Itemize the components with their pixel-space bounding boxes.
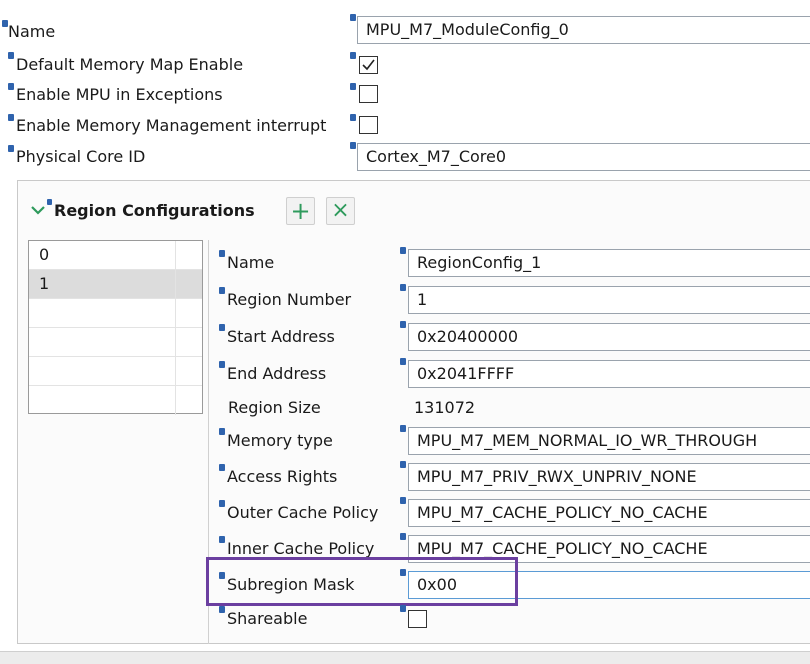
shareable-label: Shareable	[227, 609, 308, 628]
list-item-empty	[29, 299, 202, 328]
list-item-label: 1	[39, 274, 50, 293]
checkmark-icon	[362, 59, 375, 71]
memory-type-select[interactable]: MPU_M7_MEM_NORMAL_IO_WR_THROUGH	[408, 427, 810, 455]
info-icon	[219, 536, 225, 543]
outer-cache-policy-select[interactable]: MPU_M7_CACHE_POLICY_NO_CACHE	[408, 499, 810, 527]
name-label: Name	[8, 22, 56, 41]
list-item-empty	[29, 357, 202, 386]
memory-type-label: Memory type	[227, 431, 333, 450]
info-icon	[400, 425, 406, 432]
start-address-field[interactable]: 0x20400000	[408, 323, 810, 351]
info-icon	[400, 605, 406, 612]
info-icon	[350, 52, 356, 59]
plus-icon: +	[290, 197, 311, 225]
region-size-label: Region Size	[228, 398, 321, 417]
info-icon	[400, 461, 406, 468]
info-icon	[219, 287, 225, 294]
info-icon	[400, 533, 406, 540]
physical-core-id-field[interactable]: Cortex_M7_Core0	[357, 143, 810, 171]
info-icon	[219, 361, 225, 368]
info-icon	[400, 247, 406, 254]
info-icon	[400, 321, 406, 328]
remove-region-button[interactable]: ×	[326, 197, 355, 225]
mem-mgmt-interrupt-label: Enable Memory Management interrupt	[16, 116, 327, 135]
info-icon	[219, 250, 225, 257]
info-icon	[47, 199, 52, 205]
info-icon	[350, 14, 356, 21]
region-number-label: Region Number	[227, 290, 352, 309]
info-icon	[219, 500, 225, 507]
info-icon	[219, 606, 225, 613]
info-icon	[350, 83, 356, 90]
physical-core-id-label: Physical Core ID	[16, 147, 146, 166]
end-address-field[interactable]: 0x2041FFFF	[408, 360, 810, 388]
info-icon	[8, 114, 14, 121]
access-rights-select[interactable]: MPU_M7_PRIV_RWX_UNPRIV_NONE	[408, 463, 810, 491]
subregion-mask-highlight	[206, 557, 518, 606]
info-icon	[350, 114, 356, 121]
mpu-exceptions-checkbox[interactable]	[359, 85, 378, 103]
region-configurations-title: Region Configurations	[54, 201, 255, 220]
inner-cache-policy-label: Inner Cache Policy	[227, 539, 375, 558]
bottom-scrollbar[interactable]	[0, 651, 810, 664]
region-list[interactable]: 0 1	[28, 240, 203, 415]
info-icon	[400, 358, 406, 365]
info-icon	[400, 497, 406, 504]
end-address-label: End Address	[227, 364, 327, 383]
region-size-value: 131072	[414, 398, 476, 417]
region-name-label: Name	[227, 253, 275, 272]
list-item[interactable]: 0	[29, 241, 202, 270]
info-icon	[8, 83, 14, 90]
region-number-field[interactable]: 1	[408, 286, 810, 314]
outer-cache-policy-label: Outer Cache Policy	[227, 503, 379, 522]
region-name-field[interactable]: RegionConfig_1	[408, 249, 810, 277]
list-item-empty	[29, 328, 202, 357]
info-icon	[219, 464, 225, 471]
default-memory-map-label: Default Memory Map Enable	[16, 55, 244, 74]
start-address-label: Start Address	[227, 327, 335, 346]
info-icon	[219, 324, 225, 331]
info-icon	[400, 284, 406, 291]
name-field[interactable]: MPU_M7_ModuleConfig_0	[357, 16, 810, 44]
mpu-exceptions-label: Enable MPU in Exceptions	[16, 85, 223, 104]
x-icon: ×	[331, 198, 350, 223]
info-icon	[350, 142, 356, 149]
info-icon	[8, 145, 14, 152]
info-icon	[8, 52, 14, 59]
list-item-empty	[29, 386, 202, 415]
chevron-down-icon[interactable]	[30, 204, 46, 216]
info-icon	[219, 428, 225, 435]
list-item-selected[interactable]: 1	[29, 270, 202, 299]
list-item-label: 0	[39, 245, 50, 264]
mem-mgmt-interrupt-checkbox[interactable]	[359, 116, 378, 134]
shareable-checkbox[interactable]	[408, 610, 427, 628]
add-region-button[interactable]: +	[286, 197, 315, 225]
default-memory-map-checkbox[interactable]	[359, 56, 378, 74]
access-rights-label: Access Rights	[227, 467, 338, 486]
